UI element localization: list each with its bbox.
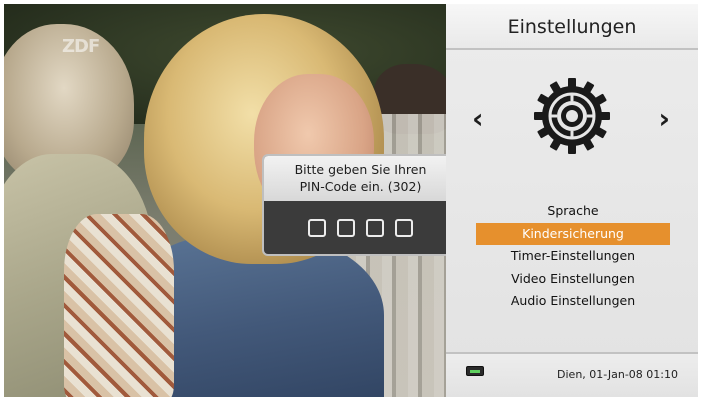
pin-dialog-message: Bitte geben Sie Ihren PIN-Code ein. (302…: [264, 156, 457, 201]
status-footer: Dien, 01-Jan-08 01:10: [446, 352, 698, 397]
pin-entry-dialog: Bitte geben Sie Ihren PIN-Code ein. (302…: [262, 154, 459, 256]
chevron-left-icon[interactable]: ‹: [472, 104, 484, 134]
pin-input[interactable]: [264, 201, 457, 237]
scarf: [64, 214, 174, 397]
menu-item-sprache[interactable]: Sprache: [476, 200, 670, 223]
category-carousel: ‹ ›: [446, 64, 698, 184]
settings-menu: Sprache Kindersicherung Timer-Einstellun…: [476, 200, 670, 313]
channel-logo: ZDF: [62, 36, 100, 57]
pin-message-line-2: PIN-Code ein. (302): [299, 179, 422, 194]
menu-item-timer-einstellungen[interactable]: Timer-Einstellungen: [476, 245, 670, 268]
pin-digit-box-1[interactable]: [308, 219, 326, 237]
panel-title: Einstellungen: [446, 4, 698, 50]
datetime-display: Dien, 01-Jan-08 01:10: [557, 368, 678, 381]
chevron-right-icon[interactable]: ›: [658, 104, 670, 134]
settings-panel: Einstellungen ‹ › Sprache Kindersicherun…: [446, 4, 698, 397]
menu-item-audio-einstellungen[interactable]: Audio Einstellungen: [476, 290, 670, 313]
pin-digit-box-4[interactable]: [395, 219, 413, 237]
tv-screen: ZDF Bitte geben Sie Ihren PIN-Code ein. …: [4, 4, 698, 397]
menu-item-video-einstellungen[interactable]: Video Einstellungen: [476, 268, 670, 291]
menu-item-kindersicherung[interactable]: Kindersicherung: [476, 222, 670, 245]
pin-digit-box-2[interactable]: [337, 219, 355, 237]
pin-digit-box-3[interactable]: [366, 219, 384, 237]
settings-gear-icon: [534, 78, 610, 154]
signal-status-icon: [466, 366, 484, 376]
pin-message-line-1: Bitte geben Sie Ihren: [294, 162, 427, 177]
